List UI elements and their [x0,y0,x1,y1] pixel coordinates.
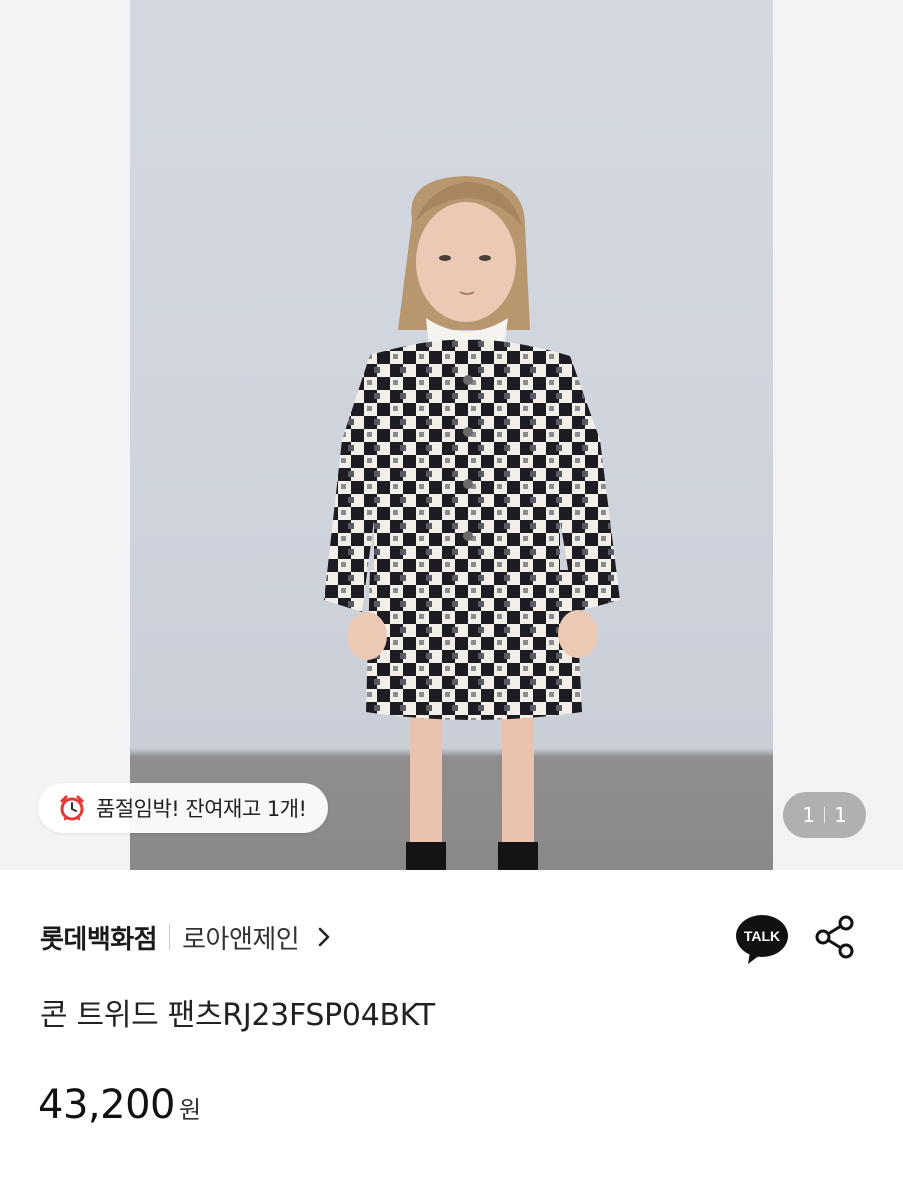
current-page-number: 1 [802,803,815,827]
child-model-illustration [324,176,620,870]
brand-link[interactable]: 로아앤제인 [182,919,300,956]
alarm-clock-icon [60,795,84,821]
price-row: 43,200 원 [38,1082,201,1128]
talk-label: TALK [744,928,780,944]
brand-divider [169,924,171,950]
chevron-right-icon[interactable] [317,926,331,948]
low-stock-text: 품절임박! 잔여재고 1개! [96,797,307,821]
kakao-talk-button[interactable]: TALK [734,914,790,966]
price-value: 43,200 [38,1082,175,1128]
page-separator [824,807,825,823]
image-page-indicator: 1 1 [783,792,866,838]
product-image-carousel[interactable]: 품절임박! 잔여재고 1개! 1 1 [0,0,903,870]
product-photo [130,0,773,870]
brand-row[interactable]: 롯데백화점 로아앤제인 [40,912,331,962]
product-detail-page: 품절임박! 잔여재고 1개! 1 1 롯데백화점 로아앤제인 TALK 콘 트위… [0,0,903,1200]
store-name: 롯데백화점 [40,924,158,955]
total-page-number: 1 [834,803,847,827]
product-title: 콘 트위드 팬츠RJ23FSP04BKT [40,998,435,1033]
share-icon[interactable] [814,914,856,960]
low-stock-badge: 품절임박! 잔여재고 1개! [38,783,329,833]
price-currency: 원 [178,1096,202,1124]
